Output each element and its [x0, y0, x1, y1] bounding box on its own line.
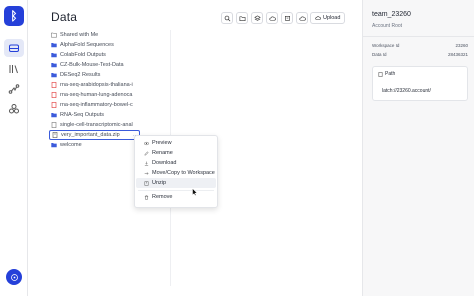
path-label: Path — [385, 71, 396, 77]
divider — [363, 36, 474, 37]
file-icon — [51, 102, 57, 108]
folder-icon — [51, 62, 57, 68]
menu-item-remove[interactable]: Remove — [136, 192, 216, 202]
menu-item-label: Download — [152, 160, 177, 166]
search-icon[interactable] — [221, 12, 233, 24]
unzip-icon — [144, 180, 149, 186]
data-id-value: 28436321 — [447, 52, 468, 57]
tree-item[interactable]: ColabFold Outputs — [49, 50, 169, 60]
cloud-outline-icon[interactable] — [296, 12, 308, 24]
upload-label: Upload — [323, 15, 341, 21]
library-icon[interactable] — [4, 60, 24, 78]
file-tree: Shared with Me AlphaFold Sequences ColabFo… — [49, 30, 169, 150]
page-title: Data — [51, 10, 78, 24]
tree-item-label: AlphaFold Sequences — [60, 42, 114, 48]
tree-item-label: RNA-Seq Outputs — [60, 112, 105, 118]
tree-item-label: Shared with Me — [60, 32, 99, 38]
apps-icon[interactable] — [4, 100, 24, 118]
tree-item-label: rna-seq-arabidopsis-thaliana-i — [60, 82, 133, 88]
tree-item[interactable]: rna-seq-inflammatory-bowel-c — [49, 100, 169, 110]
tree-item[interactable]: DESeq2 Results — [49, 70, 169, 80]
tree-item[interactable]: rna-seq-arabidopsis-thaliana-i — [49, 80, 169, 90]
tree-item-label: rna-seq-human-lung-adenoca — [60, 92, 133, 98]
workspace-id-label: Workspace Id — [372, 43, 400, 48]
menu-item-label: Rename — [152, 150, 173, 156]
bucket-icon[interactable] — [281, 12, 293, 24]
context-menu: Preview Rename Download Move/Copy to Worksp… — [134, 135, 218, 208]
toolbar — [221, 12, 308, 24]
menu-item-label: Preview — [152, 140, 172, 146]
tree-item[interactable]: CZ-Bulk-Mouse-Test-Data — [49, 60, 169, 70]
data-icon[interactable] — [4, 39, 24, 57]
help-icon[interactable] — [6, 269, 22, 285]
data-id-row: Data Id 28436321 — [372, 52, 468, 57]
path-card: Path latch://23260.account/ — [372, 66, 468, 101]
tree-item-label: CZ-Bulk-Mouse-Test-Data — [60, 62, 124, 68]
tree-item-label: very_important_data.zip — [61, 132, 120, 138]
details-panel: team_23260 Account Root Workspace Id 232… — [362, 0, 474, 296]
menu-item-preview[interactable]: Preview — [136, 138, 216, 148]
upload-button[interactable]: Upload — [310, 12, 346, 24]
app-logo[interactable]: ᛒ — [4, 6, 24, 26]
menu-item-move-copy-to-workspace[interactable]: Move/Copy to Workspace — [136, 168, 216, 178]
folder-icon — [51, 142, 57, 148]
tree-item-selected[interactable]: very_important_data.zip··· — [49, 130, 140, 140]
tree-item[interactable]: single-cell-transcriptomic-anal — [49, 120, 169, 130]
download-icon — [144, 161, 149, 166]
menu-item-rename[interactable]: Rename — [136, 148, 216, 158]
tree-item[interactable]: rna-seq-human-lung-adenoca — [49, 90, 169, 100]
menu-item-label: Remove — [152, 194, 173, 200]
tree-item-label: welcome — [60, 142, 82, 148]
trash-icon — [144, 194, 149, 200]
tree-item[interactable]: Shared with Me — [49, 30, 169, 40]
tree-item[interactable]: AlphaFold Sequences — [49, 40, 169, 50]
file-icon — [378, 71, 383, 77]
cloud-icon[interactable] — [266, 12, 278, 24]
workspace-id-row: Workspace Id 23260 — [372, 43, 468, 48]
folder-icon — [51, 112, 57, 118]
folder-icon — [51, 42, 57, 48]
tree-item[interactable]: RNA-Seq Outputs — [49, 110, 169, 120]
tree-item-label: DESeq2 Results — [60, 72, 101, 78]
pencil-icon — [144, 150, 149, 156]
upload-icon — [315, 16, 321, 20]
arrow-right-icon — [144, 171, 149, 176]
eye-icon — [144, 141, 149, 146]
path-value[interactable]: latch://23260.account/ — [382, 88, 431, 94]
mouse-cursor-icon — [192, 188, 198, 196]
tree-item-label: single-cell-transcriptomic-anal — [60, 122, 133, 128]
workflow-icon[interactable] — [4, 80, 24, 98]
tree-item-label: ColabFold Outputs — [60, 52, 106, 58]
data-id-label: Data Id — [372, 52, 387, 57]
tree-item-label: rna-seq-inflammatory-bowel-c — [60, 102, 133, 108]
folder-icon — [51, 52, 57, 58]
account-subtitle: Account Root — [372, 23, 403, 29]
workspace-id-value: 23260 — [455, 43, 468, 48]
path-header: Path — [378, 71, 395, 77]
menu-item-download[interactable]: Download — [136, 158, 216, 168]
menu-item-unzip[interactable]: Unzip — [136, 178, 216, 188]
left-rail: ᛒ — [0, 0, 28, 296]
menu-item-label: Move/Copy to Workspace — [152, 170, 215, 176]
account-name: team_23260 — [372, 11, 411, 18]
menu-item-label: Unzip — [152, 180, 167, 186]
folder-icon — [51, 72, 57, 78]
menu-divider — [138, 189, 214, 191]
stack-icon[interactable] — [251, 12, 263, 24]
file-icon — [51, 122, 57, 128]
folder-add-icon[interactable] — [236, 12, 248, 24]
file-icon — [51, 92, 57, 98]
shared-folder-icon — [51, 32, 57, 38]
zip-file-icon — [52, 132, 58, 138]
file-icon — [51, 82, 57, 88]
